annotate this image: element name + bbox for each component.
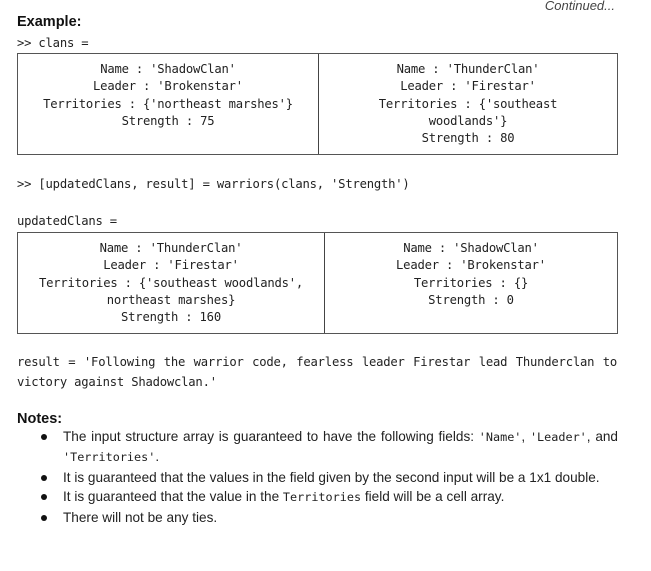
bullet-icon xyxy=(41,494,47,501)
struct-field: Name : 'ShadowClan' xyxy=(100,62,236,76)
notes-heading: Notes: xyxy=(17,411,63,427)
struct-field: northeast marshes} xyxy=(106,292,236,307)
note-item: It is guaranteed that the values in the … xyxy=(38,468,618,487)
struct-field: Strength : 80 xyxy=(421,131,515,146)
struct-field: Territories : {'southeast xyxy=(378,96,558,111)
note-text: There will not be any ties. xyxy=(63,509,218,525)
struct-field: Territories : {} xyxy=(413,275,529,290)
note-text: It is guaranteed that the values in the … xyxy=(63,469,600,485)
clans-cell-2: Name : 'ThunderClan' Leader : 'Firestar'… xyxy=(318,54,617,154)
updated-clans-cell-1: Name : 'ThunderClan' Leader : 'Firestar'… xyxy=(18,233,324,333)
struct-field: Name : 'ThunderClan' xyxy=(99,241,243,255)
note-text: field will be a cell array. xyxy=(361,489,505,505)
clans-prompt: >> clans = xyxy=(17,36,89,50)
struct-field: Leader : 'Brokenstar' xyxy=(93,79,243,94)
struct-field: Strength : 0 xyxy=(428,292,514,307)
note-text: . xyxy=(155,449,160,465)
inline-code: 'Name' xyxy=(478,430,522,444)
example-heading: Example: xyxy=(17,14,82,30)
struct-field: Strength : 160 xyxy=(121,310,221,325)
struct-field: woodlands'} xyxy=(428,113,508,128)
struct-field: Leader : 'Brokenstar' xyxy=(396,258,546,273)
struct-field: Territories : {'southeast woodlands', xyxy=(38,275,304,290)
bullet-icon xyxy=(41,514,47,521)
note-item: It is guaranteed that the value in the T… xyxy=(38,487,618,507)
updated-clans-table: Name : 'ThunderClan' Leader : 'Firestar'… xyxy=(17,232,618,334)
struct-field: Name : 'ThunderClan' xyxy=(396,62,540,76)
continued-label: Continued... xyxy=(544,0,615,13)
result-output: result = 'Following the warrior code, fe… xyxy=(17,355,617,389)
notes-list: The input structure array is guaranteed … xyxy=(38,427,618,527)
struct-field: Leader : 'Firestar' xyxy=(400,79,536,94)
note-text: , xyxy=(521,429,530,444)
note-text: It is guaranteed that the value in the xyxy=(63,489,283,505)
struct-field: Strength : 75 xyxy=(121,113,215,128)
bullet-icon xyxy=(41,434,47,440)
clans-table: Name : 'ShadowClan' Leader : 'Brokenstar… xyxy=(17,53,618,155)
inline-code: 'Leader' xyxy=(529,430,587,444)
bullet-icon xyxy=(41,474,47,481)
note-item: The input structure array is guaranteed … xyxy=(38,427,618,468)
clans-cell-1: Name : 'ShadowClan' Leader : 'Brokenstar… xyxy=(18,54,318,154)
note-text: The input structure array is guaranteed … xyxy=(63,429,479,444)
updated-clans-cell-2: Name : 'ShadowClan' Leader : 'Brokenstar… xyxy=(324,233,617,333)
function-call-line: >> [updatedClans, result] = warriors(cla… xyxy=(17,177,410,191)
inline-code: 'Territories' xyxy=(63,450,156,465)
struct-field: Leader : 'Firestar' xyxy=(103,258,239,273)
struct-field: Name : 'ShadowClan' xyxy=(403,241,539,255)
note-text: , and xyxy=(586,429,618,444)
inline-code: Territories xyxy=(282,490,362,505)
struct-field: Territories : {'northeast marshes'} xyxy=(43,96,293,111)
note-item: There will not be any ties. xyxy=(38,508,618,527)
updated-clans-label: updatedClans = xyxy=(17,214,117,228)
